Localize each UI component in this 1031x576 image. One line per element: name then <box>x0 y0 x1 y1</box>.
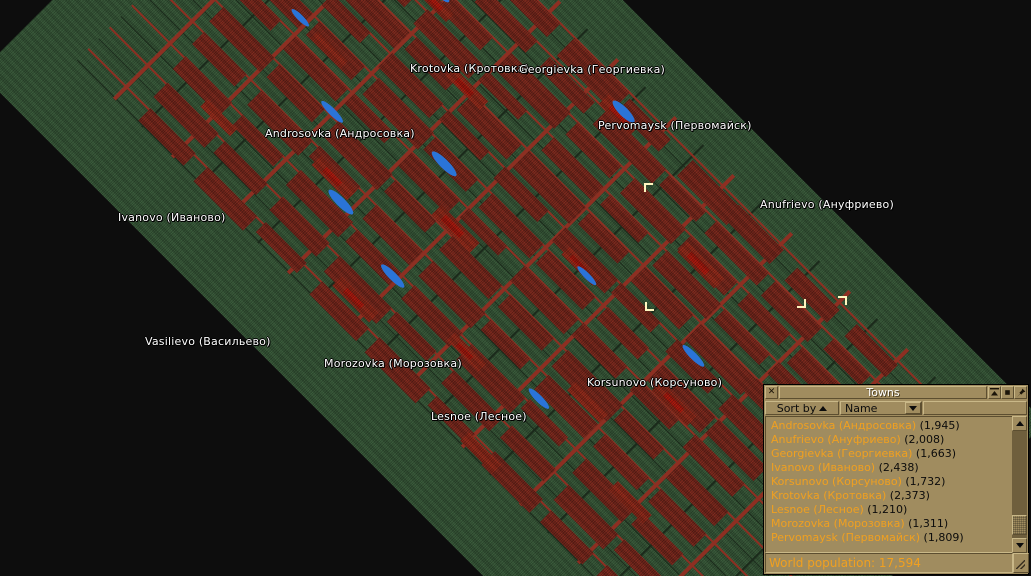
debug-icon[interactable] <box>1001 386 1014 399</box>
scrollbar-track[interactable] <box>1012 431 1027 538</box>
town-list-item[interactable]: Androsovka (Андросовка) (1,945) <box>771 419 1012 433</box>
sort-row[interactable]: Sort by Name <box>764 400 1028 415</box>
triangle-up-icon <box>1015 421 1024 426</box>
map-town-label: Androsovka (Андросовка) <box>265 127 415 140</box>
town-list-item[interactable]: Morozovka (Морозовка) (1,311) <box>771 517 1012 531</box>
close-icon[interactable]: ✕ <box>765 386 778 399</box>
town-list-item[interactable]: Lesnoe (Лесное) (1,210) <box>771 503 1012 517</box>
town-population: (2,373) <box>886 489 930 502</box>
sort-by-label: Sort by <box>776 401 817 415</box>
towns-list[interactable]: Androsovka (Андросовка) (1,945) Anufrievo… <box>766 417 1012 545</box>
town-population: (1,663) <box>912 447 956 460</box>
sort-row-filler <box>923 401 1027 415</box>
town-list-item[interactable]: Ivanovo (Иваново) (2,438) <box>771 461 1012 475</box>
window-title-bar[interactable]: ✕ Towns <box>764 385 1028 400</box>
viewport-corner-marker <box>644 183 653 192</box>
town-name: Korsunovo (Корсуново) <box>771 475 902 488</box>
scroll-down-button[interactable] <box>1012 538 1027 553</box>
window-status-bar: World population: 17,594 <box>765 553 1029 573</box>
towns-window[interactable]: ✕ Towns Sort by Name Androsovka (Андросо… <box>763 384 1029 575</box>
map-town-label: Vasilievo (Васильево) <box>145 335 271 348</box>
town-population: (1,311) <box>904 517 949 530</box>
map-town-label: Ivanovo (Иваново) <box>118 211 226 224</box>
scrollbar-thumb[interactable] <box>1012 515 1027 535</box>
world-population-label: World population: 17,594 <box>765 553 1013 573</box>
game-screen: Krotovka (Кротовка) Georgievka (Георгиевк… <box>0 0 1031 576</box>
towns-list-panel[interactable]: Androsovka (Андросовка) (1,945) Anufrievo… <box>765 416 1013 553</box>
town-list-item[interactable]: Korsunovo (Корсуново) (1,732) <box>771 475 1012 489</box>
triangle-down-icon <box>1015 543 1024 548</box>
chevron-down-icon[interactable] <box>905 402 921 414</box>
map-water-body <box>428 148 460 180</box>
viewport-corner-marker <box>797 299 806 308</box>
triangle-up-icon <box>819 405 828 411</box>
map-town-label: Korsunovo (Корсуново) <box>587 376 723 389</box>
resize-grip-icon[interactable] <box>1013 553 1029 573</box>
map-town-label: Krotovka (Кротовка) <box>410 62 530 75</box>
map-town-label: Morozovka (Морозовка) <box>324 357 462 370</box>
map-town-label: Anufrievo (Ануфриево) <box>760 198 894 211</box>
town-population: (1,809) <box>920 531 964 544</box>
sort-by-button[interactable]: Sort by <box>765 401 839 415</box>
map-water-body <box>319 98 346 125</box>
town-name: Anufrievo (Ануфриево) <box>771 433 901 446</box>
town-population: (1,732) <box>901 475 946 488</box>
town-population: (1,210) <box>863 503 908 516</box>
map-water-body <box>325 186 357 218</box>
towns-list-scrollbar[interactable] <box>1012 416 1027 553</box>
triangle-down-glyph <box>909 405 917 411</box>
town-list-item[interactable]: Anufrievo (Ануфриево) (2,008) <box>771 433 1012 447</box>
town-name: Androsovka (Андросовка) <box>771 419 917 432</box>
town-list-item[interactable]: Krotovka (Кротовка) (2,373) <box>771 489 1012 503</box>
town-population: (2,438) <box>875 461 919 474</box>
town-name: Krotovka (Кротовка) <box>771 489 887 502</box>
shade-icon[interactable] <box>988 386 1001 399</box>
map-water-body <box>289 7 311 29</box>
map-water-body <box>575 264 599 288</box>
town-name: Georgievka (Георгиевка) <box>771 447 913 460</box>
town-list-item[interactable]: Pervomaysk (Первомайск) (1,809) <box>771 531 1012 545</box>
town-population: (2,008) <box>900 433 945 446</box>
map-town-label: Lesnoe (Лесное) <box>431 410 527 423</box>
window-title: Towns <box>779 386 987 399</box>
town-list-item[interactable]: Georgievka (Георгиевка) (1,663) <box>771 447 1012 461</box>
viewport-corner-marker <box>838 296 847 305</box>
pin-icon[interactable] <box>1014 386 1027 399</box>
town-name: Ivanovo (Иваново) <box>771 461 876 474</box>
map-water-body <box>680 342 707 369</box>
town-name: Morozovka (Морозовка) <box>771 517 905 530</box>
town-name: Lesnoe (Лесное) <box>771 503 864 516</box>
sort-criteria-dropdown[interactable]: Name <box>840 401 922 415</box>
map-water-body <box>378 261 407 291</box>
map-town-label: Georgievka (Георгиевка) <box>519 63 666 76</box>
sort-criteria-value: Name <box>845 401 878 415</box>
town-name: Pervomaysk (Первомайск) <box>771 531 921 544</box>
map-water-body <box>423 0 452 5</box>
map-water-body <box>526 386 552 412</box>
town-population: (1,945) <box>916 419 960 432</box>
map-town-label: Pervomaysk (Первомайск) <box>598 119 752 132</box>
scroll-up-button[interactable] <box>1012 416 1027 431</box>
viewport-corner-marker <box>645 302 654 311</box>
